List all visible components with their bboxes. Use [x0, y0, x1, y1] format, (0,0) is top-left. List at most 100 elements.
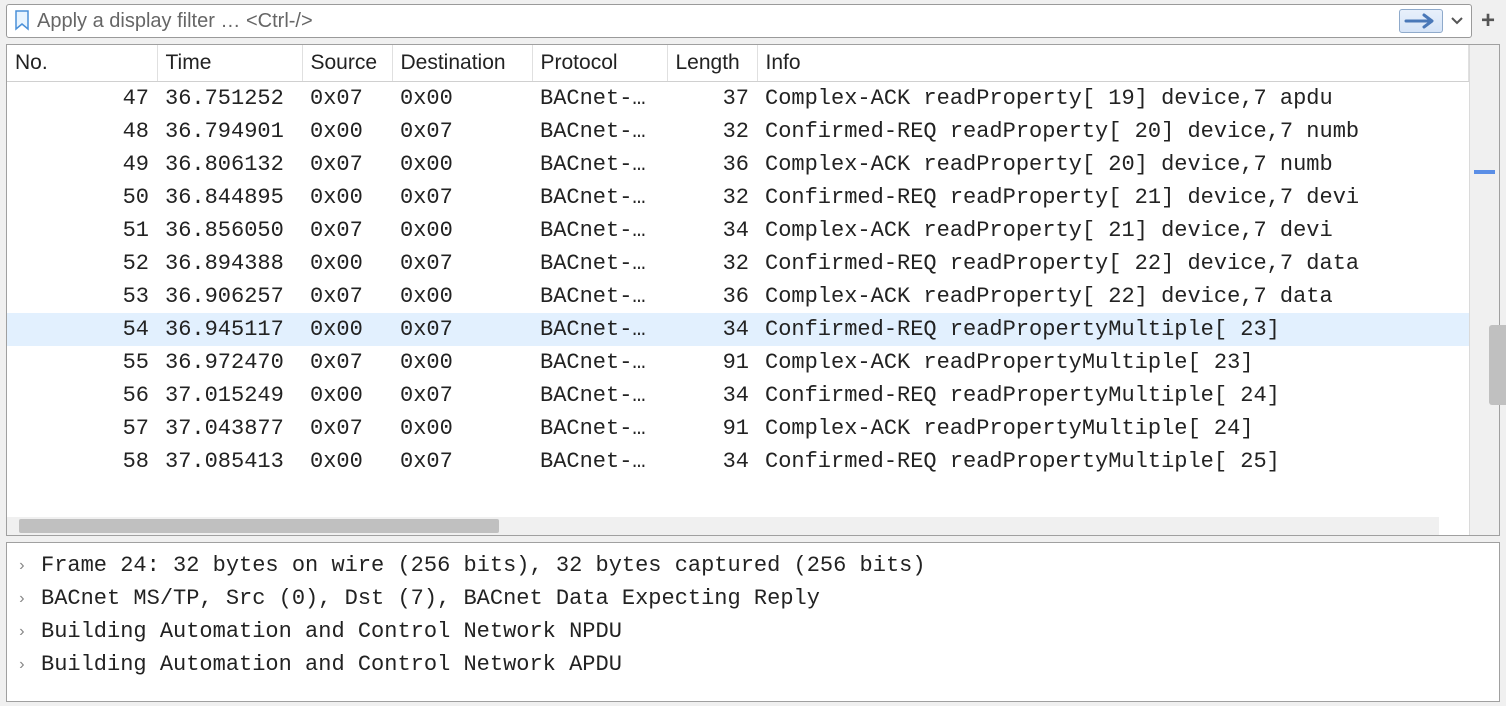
cell-time: 36.751252 — [157, 82, 302, 116]
add-filter-button[interactable]: + — [1476, 9, 1500, 33]
cell-destination: 0x00 — [392, 346, 532, 379]
cell-length: 32 — [667, 181, 757, 214]
cell-destination: 0x00 — [392, 412, 532, 445]
cell-destination: 0x00 — [392, 280, 532, 313]
cell-source: 0x00 — [302, 181, 392, 214]
table-row[interactable]: 4736.7512520x070x00BACnet-…37Complex-ACK… — [7, 82, 1469, 116]
detail-label: BACnet MS/TP, Src (0), Dst (7), BACnet D… — [41, 586, 820, 611]
chevron-right-icon[interactable]: › — [17, 590, 31, 608]
cell-time: 36.945117 — [157, 313, 302, 346]
chevron-right-icon[interactable]: › — [17, 623, 31, 641]
cell-time: 36.794901 — [157, 115, 302, 148]
packet-table: No. Time Source Destination Protocol Len… — [7, 45, 1469, 478]
cell-protocol: BACnet-… — [532, 82, 667, 116]
col-header-source[interactable]: Source — [302, 45, 392, 82]
cell-source: 0x07 — [302, 280, 392, 313]
cell-source: 0x00 — [302, 115, 392, 148]
col-header-protocol[interactable]: Protocol — [532, 45, 667, 82]
cell-protocol: BACnet-… — [532, 280, 667, 313]
cell-time: 36.906257 — [157, 280, 302, 313]
table-row[interactable]: 5637.0152490x000x07BACnet-…34Confirmed-R… — [7, 379, 1469, 412]
detail-tree-item[interactable]: ›Building Automation and Control Network… — [11, 615, 1495, 648]
cell-length: 36 — [667, 280, 757, 313]
table-row[interactable]: 5837.0854130x000x07BACnet-…34Confirmed-R… — [7, 445, 1469, 478]
table-row[interactable]: 5236.8943880x000x07BACnet-…32Confirmed-R… — [7, 247, 1469, 280]
cell-source: 0x00 — [302, 379, 392, 412]
vertical-scrollbar[interactable] — [1469, 45, 1499, 535]
cell-destination: 0x00 — [392, 148, 532, 181]
filter-dropdown-caret-icon[interactable] — [1449, 9, 1465, 33]
cell-length: 36 — [667, 148, 757, 181]
detail-tree-item[interactable]: › Building Automation and Control Network… — [11, 648, 1495, 681]
filter-input-container[interactable] — [6, 4, 1472, 38]
table-row[interactable]: 5536.9724700x070x00BACnet-…91Complex-ACK… — [7, 346, 1469, 379]
horizontal-scroll-thumb[interactable] — [19, 519, 499, 533]
table-header-row: No. Time Source Destination Protocol Len… — [7, 45, 1469, 82]
cell-no: 54 — [7, 313, 157, 346]
cell-source: 0x07 — [302, 82, 392, 116]
cell-protocol: BACnet-… — [532, 115, 667, 148]
app-window: + No. Time Source — [0, 0, 1506, 706]
packet-list-scroll[interactable]: No. Time Source Destination Protocol Len… — [7, 45, 1469, 535]
cell-protocol: BACnet-… — [532, 412, 667, 445]
cell-time: 37.015249 — [157, 379, 302, 412]
detail-label: Building Automation and Control Network … — [41, 652, 622, 677]
cell-no: 51 — [7, 214, 157, 247]
packet-list-pane: No. Time Source Destination Protocol Len… — [6, 44, 1500, 536]
cell-protocol: BACnet-… — [532, 346, 667, 379]
detail-tree-item[interactable]: › Frame 24: 32 bytes on wire (256 bits), … — [11, 549, 1495, 582]
cell-time: 37.085413 — [157, 445, 302, 478]
table-row[interactable]: 4936.8061320x070x00BACnet-…36Complex-ACK… — [7, 148, 1469, 181]
horizontal-scrollbar[interactable] — [7, 517, 1439, 535]
cell-source: 0x07 — [302, 412, 392, 445]
display-filter-input[interactable] — [37, 10, 1393, 33]
cell-destination: 0x07 — [392, 379, 532, 412]
cell-no: 56 — [7, 379, 157, 412]
table-row[interactable]: 5737.0438770x070x00BACnet-…91Complex-ACK… — [7, 412, 1469, 445]
cell-info: Confirmed-REQ readPropertyMultiple[ 25] — [757, 445, 1469, 478]
table-row[interactable]: 5136.8560500x070x00BACnet-…34Complex-ACK… — [7, 214, 1469, 247]
cell-protocol: BACnet-… — [532, 445, 667, 478]
detail-label: Frame 24: 32 bytes on wire (256 bits), 3… — [41, 553, 926, 578]
scroll-marker — [1474, 170, 1495, 174]
table-row[interactable]: 5336.9062570x070x00BACnet-…36Complex-ACK… — [7, 280, 1469, 313]
cell-protocol: BACnet-… — [532, 148, 667, 181]
cell-length: 32 — [667, 115, 757, 148]
cell-protocol: BACnet-… — [532, 313, 667, 346]
cell-no: 50 — [7, 181, 157, 214]
table-row[interactable]: 4836.7949010x000x07BACnet-…32Confirmed-R… — [7, 115, 1469, 148]
col-header-length[interactable]: Length — [667, 45, 757, 82]
cell-length: 91 — [667, 346, 757, 379]
cell-info: Confirmed-REQ readProperty[ 21] device,7… — [757, 181, 1469, 214]
cell-protocol: BACnet-… — [532, 181, 667, 214]
cell-destination: 0x07 — [392, 247, 532, 280]
cell-source: 0x00 — [302, 445, 392, 478]
cell-length: 32 — [667, 247, 757, 280]
cell-destination: 0x07 — [392, 445, 532, 478]
cell-length: 34 — [667, 379, 757, 412]
cell-info: Confirmed-REQ readPropertyMultiple[ 23] — [757, 313, 1469, 346]
cell-info: Complex-ACK readProperty[ 21] device,7 d… — [757, 214, 1469, 247]
chevron-right-icon[interactable]: › — [17, 557, 31, 575]
table-row[interactable]: 5036.8448950x000x07BACnet-…32Confirmed-R… — [7, 181, 1469, 214]
cell-time: 36.844895 — [157, 181, 302, 214]
filter-toolbar: + — [0, 0, 1506, 42]
detail-tree-item[interactable]: › BACnet MS/TP, Src (0), Dst (7), BACnet … — [11, 582, 1495, 615]
cell-info: Confirmed-REQ readProperty[ 20] device,7… — [757, 115, 1469, 148]
cell-source: 0x07 — [302, 148, 392, 181]
cell-time: 36.806132 — [157, 148, 302, 181]
chevron-right-icon[interactable]: › — [17, 656, 31, 674]
cell-destination: 0x00 — [392, 82, 532, 116]
cell-no: 58 — [7, 445, 157, 478]
cell-info: Complex-ACK readPropertyMultiple[ 23] — [757, 346, 1469, 379]
vertical-scroll-thumb[interactable] — [1489, 325, 1506, 405]
bookmark-icon[interactable] — [13, 9, 31, 33]
col-header-no[interactable]: No. — [7, 45, 157, 82]
col-header-time[interactable]: Time — [157, 45, 302, 82]
col-header-info[interactable]: Info — [757, 45, 1469, 82]
apply-filter-button[interactable] — [1399, 9, 1443, 33]
col-header-destination[interactable]: Destination — [392, 45, 532, 82]
cell-protocol: BACnet-… — [532, 214, 667, 247]
table-row[interactable]: 5436.9451170x000x07BACnet-…34Confirmed-R… — [7, 313, 1469, 346]
cell-source: 0x07 — [302, 346, 392, 379]
